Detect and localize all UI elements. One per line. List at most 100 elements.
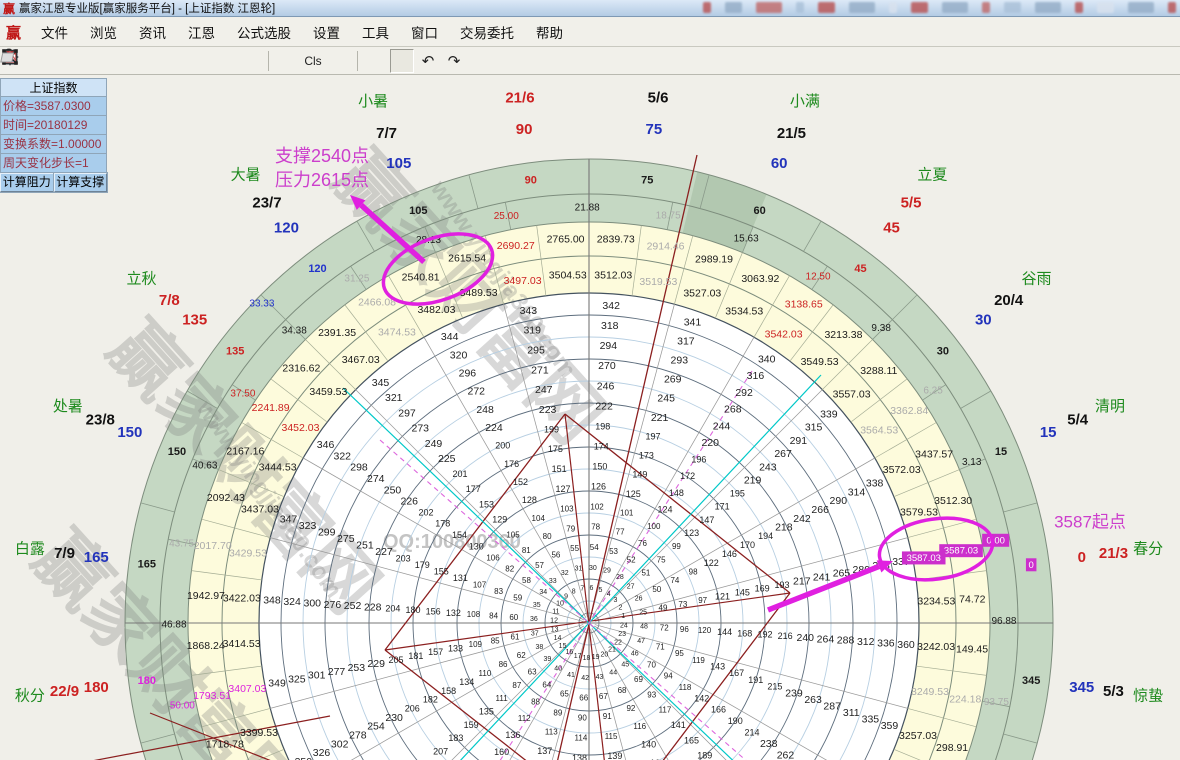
menu-item-7[interactable]: 窗口 — [400, 22, 449, 42]
svg-text:32: 32 — [561, 570, 569, 577]
down-button[interactable] — [82, 49, 106, 73]
menu-item-5[interactable]: 设置 — [302, 22, 351, 42]
forward-button[interactable] — [30, 49, 54, 73]
rotate-cw-button[interactable]: ↷ — [442, 49, 466, 73]
svg-text:3459.53: 3459.53 — [309, 386, 347, 398]
svg-text:341: 341 — [684, 316, 702, 328]
rotate-ccw-button[interactable]: ↶ — [416, 49, 440, 73]
svg-text:149: 149 — [632, 470, 647, 480]
menu-item-1[interactable]: 浏览 — [79, 22, 128, 42]
svg-text:190: 190 — [728, 716, 743, 726]
svg-text:151: 151 — [552, 464, 567, 474]
svg-text:47: 47 — [637, 638, 645, 645]
svg-text:343: 343 — [520, 305, 538, 317]
svg-text:172: 172 — [680, 471, 695, 481]
svg-text:惊蛰: 惊蛰 — [1133, 688, 1163, 705]
svg-text:3549.53: 3549.53 — [801, 356, 839, 368]
svg-text:87: 87 — [512, 681, 521, 690]
svg-text:98: 98 — [689, 567, 698, 576]
svg-text:58: 58 — [522, 576, 531, 585]
svg-text:83: 83 — [494, 587, 503, 596]
gann-wheel[interactable]: 赢家财富网赢家财富网赢家财富网www.yingjia360.comwww.yin… — [0, 75, 1180, 760]
svg-text:43: 43 — [596, 674, 604, 681]
svg-text:3288.11: 3288.11 — [860, 365, 897, 377]
svg-text:325: 325 — [288, 674, 306, 686]
fit-button[interactable] — [494, 49, 518, 73]
svg-text:2690.27: 2690.27 — [497, 240, 535, 252]
svg-text:5/6: 5/6 — [648, 89, 669, 106]
svg-text:339: 339 — [820, 408, 838, 420]
param-row-2[interactable]: 变换系数=1.00000 — [0, 135, 107, 154]
svg-text:173: 173 — [639, 451, 654, 461]
calc-resistance-button[interactable]: 计算阻力 — [0, 173, 54, 192]
svg-text:小暑: 小暑 — [358, 93, 388, 110]
zoom-in-button[interactable]: + — [212, 49, 236, 73]
svg-text:3422.03: 3422.03 — [223, 593, 261, 605]
svg-text:62: 62 — [517, 651, 526, 660]
svg-text:181: 181 — [408, 651, 423, 661]
svg-text:30: 30 — [937, 345, 949, 357]
menu-item-6[interactable]: 工具 — [351, 22, 400, 42]
menu-item-3[interactable]: 江恩 — [177, 22, 226, 42]
svg-text:218: 218 — [775, 522, 793, 534]
svg-text:200: 200 — [495, 441, 510, 451]
svg-text:2017.70: 2017.70 — [194, 540, 232, 552]
pan-up-button[interactable]: ↑ — [160, 49, 184, 73]
svg-text:16: 16 — [566, 649, 574, 656]
svg-text:134: 134 — [459, 677, 474, 687]
svg-text:115: 115 — [605, 732, 618, 741]
svg-text:168: 168 — [737, 628, 752, 638]
svg-text:275: 275 — [337, 533, 355, 545]
menu-logo-icon: 赢 — [6, 22, 21, 43]
svg-text:90: 90 — [578, 713, 587, 722]
svg-text:130: 130 — [469, 541, 484, 551]
svg-text:34.38: 34.38 — [282, 325, 307, 336]
close-box-button[interactable] — [468, 49, 492, 73]
svg-text:3437.03: 3437.03 — [241, 503, 279, 515]
param-row-0[interactable]: 价格=3587.0300 — [0, 97, 107, 116]
cls-button[interactable]: Cls — [301, 49, 325, 73]
pan-left-button[interactable]: ← — [108, 49, 132, 73]
svg-text:223: 223 — [539, 404, 557, 416]
svg-text:3474.53: 3474.53 — [378, 327, 416, 339]
eraser-button[interactable] — [520, 49, 544, 73]
svg-text:13: 13 — [551, 627, 559, 634]
svg-text:22/9: 22/9 — [50, 683, 79, 700]
param-row-3[interactable]: 周天变化步长=1 — [0, 154, 107, 173]
svg-text:50.00: 50.00 — [170, 700, 195, 711]
menu-item-4[interactable]: 公式选股 — [226, 22, 302, 42]
calendar-button[interactable]: 21 — [327, 49, 351, 73]
svg-text:345: 345 — [1022, 675, 1040, 687]
pan-down-button[interactable]: ↓ — [186, 49, 210, 73]
calc-support-button[interactable]: 计算支撑 — [54, 173, 108, 192]
time-axis-button[interactable] — [275, 49, 299, 73]
menu-item-2[interactable]: 资讯 — [128, 22, 177, 42]
up-button[interactable] — [56, 49, 80, 73]
svg-text:273: 273 — [411, 423, 429, 435]
svg-text:3534.53: 3534.53 — [725, 305, 763, 317]
param-row-1[interactable]: 时间=20180129 — [0, 116, 107, 135]
menu-item-0[interactable]: 文件 — [30, 22, 79, 42]
svg-text:298.91: 298.91 — [936, 742, 968, 754]
ghost-icon — [725, 2, 742, 13]
square-tool-button[interactable] — [364, 49, 388, 73]
svg-text:145: 145 — [735, 588, 750, 598]
menu-item-9[interactable]: 帮助 — [525, 22, 574, 42]
svg-text:198: 198 — [595, 421, 610, 431]
svg-text:166: 166 — [711, 705, 726, 715]
svg-text:3452.03: 3452.03 — [282, 422, 320, 434]
svg-text:317: 317 — [677, 335, 695, 347]
svg-text:194: 194 — [758, 531, 773, 541]
svg-text:60: 60 — [754, 205, 766, 217]
pan-right-button[interactable]: → — [134, 49, 158, 73]
svg-text:9.38: 9.38 — [871, 323, 891, 334]
svg-text:350: 350 — [295, 756, 313, 760]
zoom-out-button[interactable]: − — [238, 49, 262, 73]
svg-text:0.00: 0.00 — [986, 535, 1005, 546]
svg-text:3587.03: 3587.03 — [907, 553, 941, 564]
svg-text:224.18: 224.18 — [949, 693, 981, 705]
menu-item-8[interactable]: 交易委托 — [449, 22, 525, 42]
svg-text:52: 52 — [627, 556, 636, 565]
triangle-tool-button[interactable] — [390, 49, 414, 73]
svg-text:204: 204 — [385, 604, 400, 614]
